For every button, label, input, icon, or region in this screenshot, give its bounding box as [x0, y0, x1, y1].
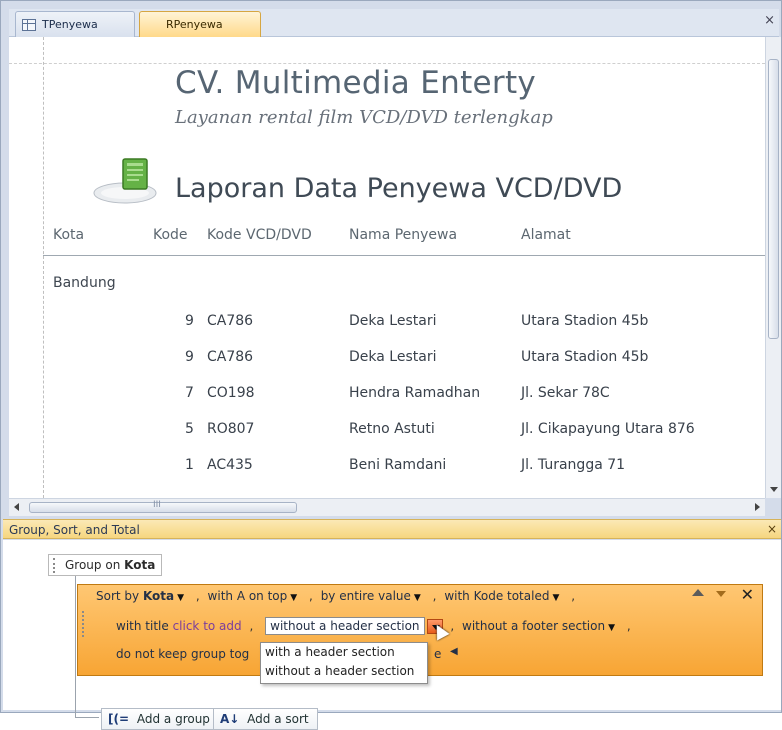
tab-rpenyewa[interactable]: RPenyewa: [139, 11, 261, 67]
dropdown-arrow-icon: ▼: [290, 593, 298, 603]
close-pane-button[interactable]: ×: [767, 522, 777, 536]
report-canvas: CV. Multimedia Enterty Layanan rental fi…: [9, 37, 765, 498]
dropdown-arrow-icon: ▼: [413, 593, 421, 603]
header-section-dropdown[interactable]: with a header section without a header s…: [260, 642, 428, 684]
add-group-label: Add a group: [136, 712, 210, 726]
cell-nama: Deka Lestari: [349, 349, 437, 365]
table-icon: [22, 18, 36, 31]
add-group-icon: [(=: [108, 712, 130, 726]
delete-level-icon[interactable]: ✕: [741, 585, 754, 604]
scroll-grip: III: [153, 500, 161, 510]
report-window: TPenyewa RPenyewa × CV. Multimedia Enter…: [0, 0, 782, 730]
cell-nama: Hendra Ramadhan: [349, 385, 481, 401]
cell-alamat: Utara Stadion 45b: [521, 313, 649, 329]
group-sort-total-pane-header: Group, Sort, and Total ×: [3, 519, 781, 539]
margin-guide: [9, 63, 765, 64]
header-divider: [43, 255, 765, 256]
keep-together-select[interactable]: do not keep group tog: [116, 647, 249, 661]
column-header-kota: Kota: [53, 227, 85, 243]
cell-alamat: Utara Stadion 45b: [521, 349, 649, 365]
cell-kode: 9: [185, 313, 194, 329]
group-header-kota: Bandung: [53, 275, 116, 291]
table-row: 1 AC435 Beni Ramdani Jl. Turangga 71: [9, 457, 749, 481]
sort-field-select[interactable]: Kota ▼: [143, 589, 184, 603]
group-on-level[interactable]: Group on Kota: [48, 554, 163, 576]
dropdown-option[interactable]: without a header section: [261, 662, 427, 681]
column-header-kode: Kode: [153, 227, 188, 243]
header-section-select[interactable]: without a header section: [265, 617, 425, 635]
horizontal-scrollbar[interactable]: III: [9, 498, 765, 516]
cell-nama: Deka Lestari: [349, 313, 437, 329]
cell-kode: 7: [185, 385, 194, 401]
group-on-field[interactable]: Kota: [124, 558, 155, 572]
report-logo-icon: [93, 158, 157, 204]
dropdown-arrow-icon: ▼: [552, 593, 560, 603]
cell-kode: 9: [185, 349, 194, 365]
tab-label: TPenyewa: [42, 18, 98, 31]
scroll-left-icon[interactable]: [14, 503, 19, 511]
close-document-button[interactable]: ×: [764, 13, 775, 28]
cell-kode: 1: [185, 457, 194, 473]
hidden-option-tail: e: [434, 647, 442, 661]
column-header-alamat: Alamat: [521, 227, 571, 243]
move-down-icon[interactable]: [716, 591, 726, 597]
table-row: 9 CA786 Deka Lestari Utara Stadion 45b: [9, 349, 749, 373]
add-sort-button[interactable]: A↓ Add a sort: [213, 708, 318, 730]
click-to-add-link[interactable]: click to add: [173, 619, 242, 633]
scroll-right-icon[interactable]: [755, 503, 760, 511]
scroll-thumb[interactable]: [768, 59, 779, 339]
cell-nama: Retno Astuti: [349, 421, 435, 437]
company-name: CV. Multimedia Enterty: [175, 65, 537, 101]
column-header-kode-vcd: Kode VCD/DVD: [207, 227, 312, 243]
dropdown-arrow-icon: ▼: [177, 593, 185, 603]
tree-connector: [75, 576, 76, 718]
document-tab-bar: TPenyewa RPenyewa ×: [9, 9, 779, 67]
cell-kode: 5: [185, 421, 194, 437]
pane-title: Group, Sort, and Total: [9, 523, 140, 537]
cell-alamat: Jl. Turangga 71: [521, 457, 626, 473]
cell-vcd: CO198: [207, 385, 255, 401]
cell-vcd: CA786: [207, 313, 254, 329]
move-up-icon[interactable]: [692, 589, 704, 596]
cell-vcd: RO807: [207, 421, 255, 437]
footer-section-select[interactable]: without a footer section ▼: [462, 619, 615, 633]
table-row: 5 RO807 Retno Astuti Jl. Cikapayung Utar…: [9, 421, 749, 445]
tab-label: RPenyewa: [166, 18, 223, 31]
dropdown-option[interactable]: with a header section: [261, 643, 427, 662]
grouping-interval-select[interactable]: by entire value ▼: [321, 589, 421, 603]
add-sort-icon: A↓: [220, 712, 240, 726]
group-sort-total-pane: Group on Kota Sort by Kota ▼ , with A on …: [3, 540, 781, 730]
add-group-button[interactable]: [(= Add a group: [101, 708, 219, 730]
drag-handle[interactable]: [53, 558, 58, 573]
cell-alamat: Jl. Cikapayung Utara 876: [521, 421, 695, 437]
group-on-label: Group on: [65, 558, 121, 572]
totals-select[interactable]: with Kode totaled ▼: [444, 589, 559, 603]
column-header-nama: Nama Penyewa: [349, 227, 458, 243]
drag-handle[interactable]: [82, 611, 87, 637]
table-row: 9 CA786 Deka Lestari Utara Stadion 45b: [9, 313, 749, 337]
scroll-down-icon[interactable]: [770, 487, 778, 492]
tab-tpenyewa[interactable]: TPenyewa: [15, 11, 135, 37]
dropdown-arrow-icon: ▼: [608, 623, 615, 633]
report-title: Laporan Data Penyewa VCD/DVD: [175, 173, 623, 204]
add-sort-label: Add a sort: [247, 712, 309, 726]
cell-nama: Beni Ramdani: [349, 457, 447, 473]
sort-by-label: Sort by: [96, 589, 140, 603]
sort-order-select[interactable]: with A on top ▼: [208, 589, 298, 603]
sort-line-2: with title click to add , without a head…: [116, 617, 631, 635]
less-arrow-icon[interactable]: ◀: [450, 646, 458, 657]
cell-vcd: CA786: [207, 349, 254, 365]
tree-connector: [75, 717, 99, 718]
scroll-thumb[interactable]: [29, 502, 297, 513]
with-title-label: with title: [116, 619, 169, 633]
company-tagline: Layanan rental film VCD/DVD terlengkap: [175, 107, 553, 128]
sort-line-1: Sort by Kota ▼ , with A on top ▼ , by enti…: [96, 589, 576, 603]
vertical-scrollbar[interactable]: [765, 37, 781, 498]
cell-alamat: Jl. Sekar 78C: [521, 385, 610, 401]
sort-line-3: do not keep group tog e ◀: [116, 646, 458, 661]
cell-vcd: AC435: [207, 457, 253, 473]
table-row: 7 CO198 Hendra Ramadhan Jl. Sekar 78C: [9, 385, 749, 409]
